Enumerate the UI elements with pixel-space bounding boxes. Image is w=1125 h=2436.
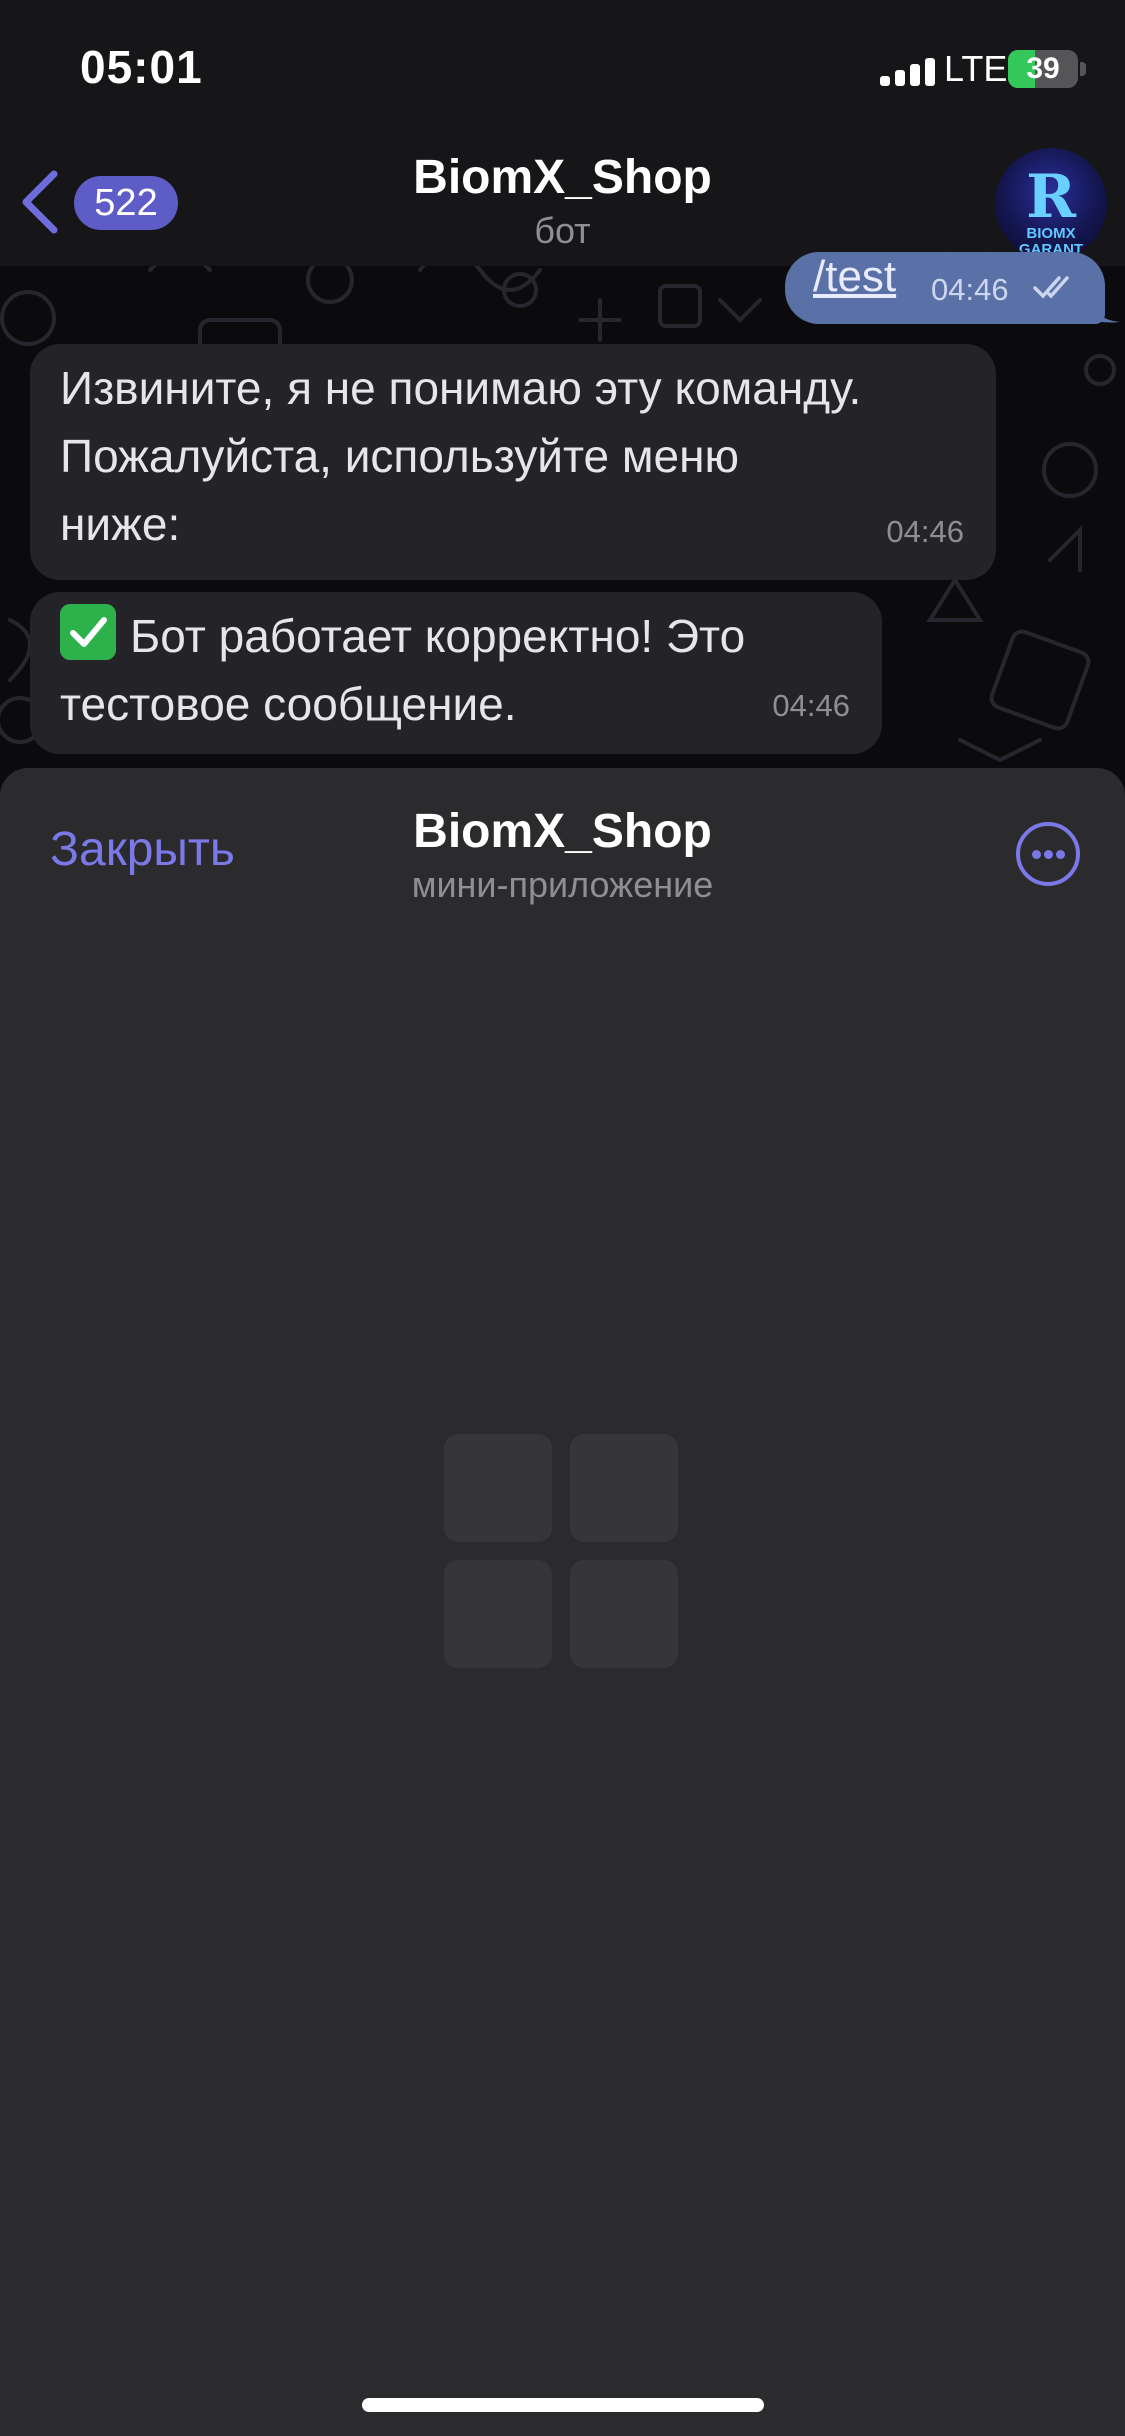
- battery-percent-label: 39: [1026, 52, 1060, 85]
- cellular-signal-icon: [880, 58, 935, 86]
- grid-placeholder-icon: [444, 1434, 680, 1670]
- message-text-line: ниже:: [60, 498, 181, 550]
- avatar-logo-text-line1: BIOMX: [1026, 225, 1076, 242]
- message-text-line: Пожалуйста, используйте меню: [60, 430, 739, 482]
- double-check-icon: [1033, 276, 1069, 299]
- chat-title: BiomX_Shop: [413, 151, 712, 204]
- check-mark-button-icon: [60, 604, 116, 660]
- more-button[interactable]: [1016, 822, 1080, 886]
- status-bar: 05:01 LTE 39: [0, 0, 1125, 140]
- mini-app-subtitle: мини-приложение: [411, 864, 714, 905]
- command-link[interactable]: /test: [813, 252, 896, 302]
- placeholder-tile: [444, 1560, 552, 1668]
- message-text-row: Бот работает корректно! Это: [60, 602, 852, 670]
- placeholder-tile: [570, 1434, 678, 1542]
- avatar[interactable]: R BIOMX GARANT: [995, 148, 1107, 260]
- status-time: 05:01: [80, 41, 203, 93]
- battery-icon: 39: [1008, 50, 1078, 88]
- message-text-line: Извините, я не понимаю эту команду.: [60, 362, 862, 414]
- chat-subtitle: бот: [534, 210, 591, 251]
- home-indicator[interactable]: [362, 2398, 764, 2412]
- mini-app-title: BiomX_Shop: [413, 805, 712, 858]
- placeholder-tile: [570, 1560, 678, 1668]
- more-dots-icon: [1056, 850, 1065, 859]
- chat-header: 522 BiomX_Shop бот R BIOMX GARANT: [0, 140, 1125, 266]
- more-dots-icon: [1044, 850, 1053, 859]
- incoming-message[interactable]: Извините, я не понимаю эту команду. Пожа…: [30, 344, 996, 580]
- outgoing-message[interactable]: /test 04:46: [785, 252, 1105, 324]
- mini-app-sheet: Закрыть BiomX_Shop мини-приложение: [0, 768, 1125, 2436]
- incoming-message[interactable]: Бот работает корректно! Это тестовое соо…: [30, 592, 882, 754]
- bubble-tail: [1090, 300, 1120, 323]
- message-text-line: Бот работает корректно! Это: [130, 610, 746, 662]
- message-time: 04:46: [931, 272, 1009, 307]
- message-text-line: тестовое сообщение.: [60, 678, 517, 730]
- battery-cap: [1080, 62, 1086, 76]
- more-dots-icon: [1032, 850, 1041, 859]
- message-time: 04:46: [886, 514, 964, 549]
- placeholder-tile: [444, 1434, 552, 1542]
- message-time: 04:46: [772, 688, 850, 723]
- network-type-label: LTE: [944, 48, 1008, 89]
- avatar-logo-letter: R: [1026, 162, 1076, 232]
